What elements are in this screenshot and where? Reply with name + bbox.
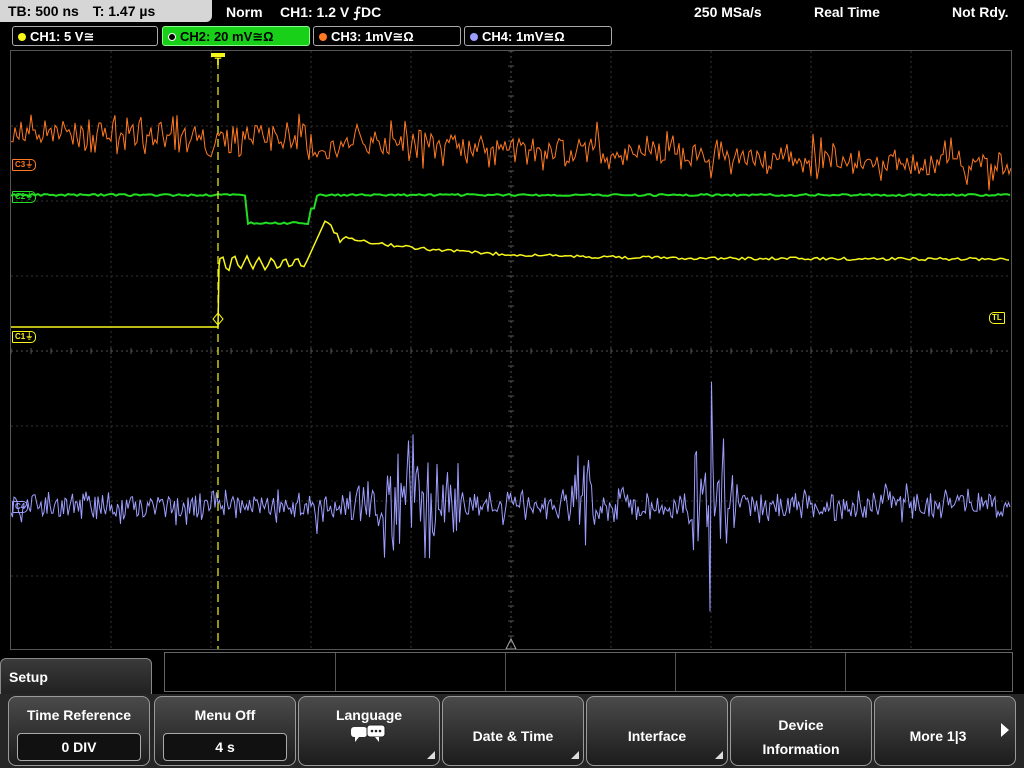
ch1-color-icon — [18, 33, 26, 41]
ch3-color-icon — [319, 33, 327, 41]
language-button[interactable]: Language — [298, 696, 440, 766]
menu-off-value: 4 s — [163, 733, 287, 761]
ch1-ground-marker[interactable]: C1⏚ — [12, 331, 37, 343]
ch4-ground-marker[interactable]: C4 — [12, 501, 29, 513]
message-cell — [675, 653, 846, 691]
status-bar: TB: 500 ns T: 1.47 µs Norm CH1: 1.2 V ⨍D… — [0, 0, 1024, 24]
trigger-level-marker[interactable]: TL — [989, 312, 1005, 324]
arrow-right-icon — [1001, 723, 1009, 737]
trigger-time-value: T: 1.47 µs — [92, 3, 156, 19]
menu-off-button[interactable]: Menu Off 4 s — [154, 696, 296, 766]
device-information-label: Device Information — [731, 713, 871, 761]
time-reference-label: Time Reference — [26, 707, 131, 723]
ch3-label: CH3: 1mV≅Ω — [331, 29, 414, 44]
interface-label: Interface — [627, 728, 687, 744]
ch4-color-icon — [470, 33, 478, 41]
channel-tab-ch1[interactable]: CH1: 5 V≅ — [12, 26, 158, 46]
speech-bubble-icon — [299, 723, 439, 753]
device-information-button[interactable]: Device Information — [730, 696, 872, 766]
acquisition-type: Real Time — [814, 4, 880, 20]
trigger-position-marker[interactable]: T — [211, 53, 225, 69]
menu-title: Setup — [0, 658, 152, 698]
ch2-color-icon — [168, 33, 176, 41]
time-reference-value: 0 DIV — [17, 733, 141, 761]
submenu-corner-icon — [715, 751, 723, 759]
device-information-line2: Information — [762, 741, 840, 757]
graticule — [11, 51, 1011, 649]
more-label: More 1|3 — [909, 728, 967, 744]
ch1-label: CH1: 5 V≅ — [30, 29, 95, 44]
channel-tab-ch4[interactable]: CH4: 1mV≅Ω — [464, 26, 612, 46]
ch2-label: CH2: 20 mV≅Ω — [180, 29, 274, 44]
date-time-label: Date & Time — [472, 728, 554, 744]
interface-button[interactable]: Interface — [586, 696, 728, 766]
acquisition-mode[interactable]: Norm — [226, 0, 263, 24]
softkey-bar: Time Reference 0 DIV Menu Off 4 s Langua… — [0, 694, 1024, 768]
trigger-info[interactable]: CH1: 1.2 V ⨍DC — [280, 0, 381, 24]
sample-rate: 250 MSa/s — [694, 4, 762, 20]
language-label: Language — [335, 707, 403, 723]
timebase-value: TB: 500 ns — [8, 3, 79, 19]
trigger-marker-label: T — [214, 56, 222, 68]
device-information-line1: Device — [778, 717, 824, 733]
time-reference-button[interactable]: Time Reference 0 DIV — [8, 696, 150, 766]
ch3-ground-marker[interactable]: C3⏚ — [12, 159, 37, 171]
message-cell — [165, 653, 336, 691]
ch1-waveform — [11, 220, 1010, 328]
message-area — [164, 652, 1013, 692]
channel-tab-ch2[interactable]: CH2: 20 mV≅Ω — [162, 26, 310, 46]
submenu-corner-icon — [427, 751, 435, 759]
channel-tab-ch3[interactable]: CH3: 1mV≅Ω — [313, 26, 461, 46]
waveform-display[interactable]: T C3⏚ C2⏚ C1⏚ C4 TL — [10, 50, 1012, 650]
ch4-label: CH4: 1mV≅Ω — [482, 29, 565, 44]
ch2-ground-marker[interactable]: C2⏚ — [12, 191, 37, 203]
menu-off-label: Menu Off — [194, 707, 256, 723]
message-cell — [505, 653, 676, 691]
date-time-button[interactable]: Date & Time — [442, 696, 584, 766]
channel-bar: CH1: 5 V≅ CH2: 20 mV≅Ω CH3: 1mV≅Ω CH4: 1… — [0, 26, 1024, 48]
message-cell — [335, 653, 506, 691]
ch2-waveform — [11, 192, 1011, 226]
submenu-corner-icon — [571, 751, 579, 759]
more-button[interactable]: More 1|3 — [874, 696, 1016, 766]
waveform-svg — [11, 51, 1011, 649]
trigger-state: Not Rdy. — [952, 4, 1009, 20]
timebase-box[interactable]: TB: 500 ns T: 1.47 µs — [0, 0, 212, 22]
